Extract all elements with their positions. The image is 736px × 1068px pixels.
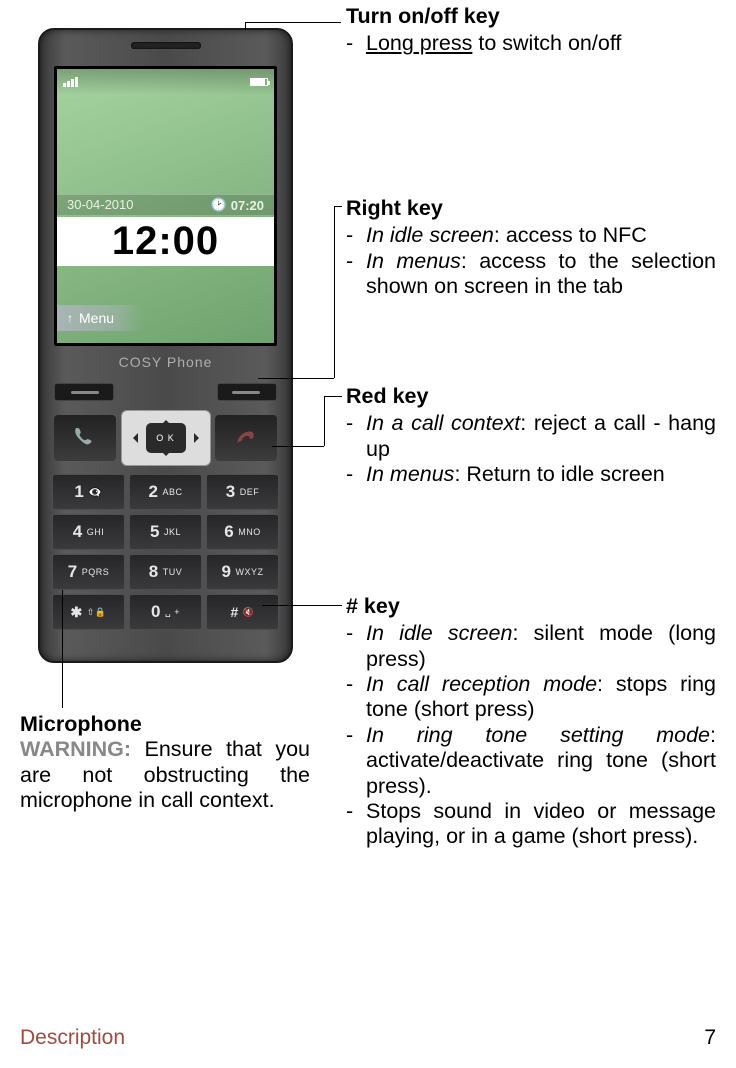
keypad: 1👁‍🗨 2ABC 3DEF 4GHI 5JKL 6MNO 7PQRS 8TUV… xyxy=(52,474,279,630)
footer-page-number: 7 xyxy=(704,1026,716,1050)
key-7: 7PQRS xyxy=(52,554,125,590)
key-3: 3DEF xyxy=(206,474,279,510)
phone-screen: 30-04-2010 🕑 07:20 12:00 Menu xyxy=(54,66,277,346)
menu-tab: Menu xyxy=(57,305,144,331)
right-key-title: Right key xyxy=(346,196,716,221)
key-hash: #🔇 xyxy=(206,594,279,630)
hang-up-key xyxy=(215,415,277,461)
hash-key-title: # key xyxy=(346,594,716,619)
status-date: 30-04-2010 xyxy=(67,197,134,213)
key-5: 5JKL xyxy=(129,514,202,550)
speaker-slot xyxy=(131,42,201,49)
key-6: 6MNO xyxy=(206,514,279,550)
turn-on-off-section: Turn on/off key -Long press to switch on… xyxy=(346,4,716,57)
footer-section: Description xyxy=(20,1026,125,1050)
key-1: 1👁‍🗨 xyxy=(52,474,125,510)
phone-illustration: 30-04-2010 🕑 07:20 12:00 Menu COSY Phone… xyxy=(38,28,293,663)
left-soft-key xyxy=(54,383,114,401)
red-key-title: Red key xyxy=(346,384,716,409)
battery-icon xyxy=(250,78,268,86)
ok-button: O K xyxy=(146,423,186,453)
phone-brand: COSY Phone xyxy=(40,354,291,370)
right-soft-key xyxy=(217,383,277,401)
status-time: 07:20 xyxy=(231,198,264,213)
key-9: 9WXYZ xyxy=(206,554,279,590)
microphone-title: Microphone xyxy=(20,712,310,737)
signal-icon xyxy=(63,77,78,87)
key-8: 8TUV xyxy=(129,554,202,590)
key-4: 4GHI xyxy=(52,514,125,550)
alarm-icon: 🕑 xyxy=(211,197,227,213)
key-0: 0␣ + xyxy=(129,594,202,630)
key-2: 2ABC xyxy=(129,474,202,510)
hash-key-section: # key -In idle screen: silent mode (long… xyxy=(346,594,716,850)
home-clock: 12:00 xyxy=(57,217,274,266)
menu-tab-label: Menu xyxy=(79,310,114,326)
red-key-section: Red key -In a call context: reject a cal… xyxy=(346,384,716,487)
right-key-section: Right key -In idle screen: access to NFC… xyxy=(346,196,716,299)
turn-on-off-title: Turn on/off key xyxy=(346,4,716,29)
call-key xyxy=(54,415,116,461)
warning-label: WARNING: xyxy=(20,737,131,761)
microphone-section: Microphone WARNING: Ensure that you are … xyxy=(20,712,310,813)
page-footer: Description 7 xyxy=(20,1026,716,1050)
turn-on-off-item-1: Long press to switch on/off xyxy=(366,31,716,56)
dpad: O K xyxy=(121,410,211,466)
